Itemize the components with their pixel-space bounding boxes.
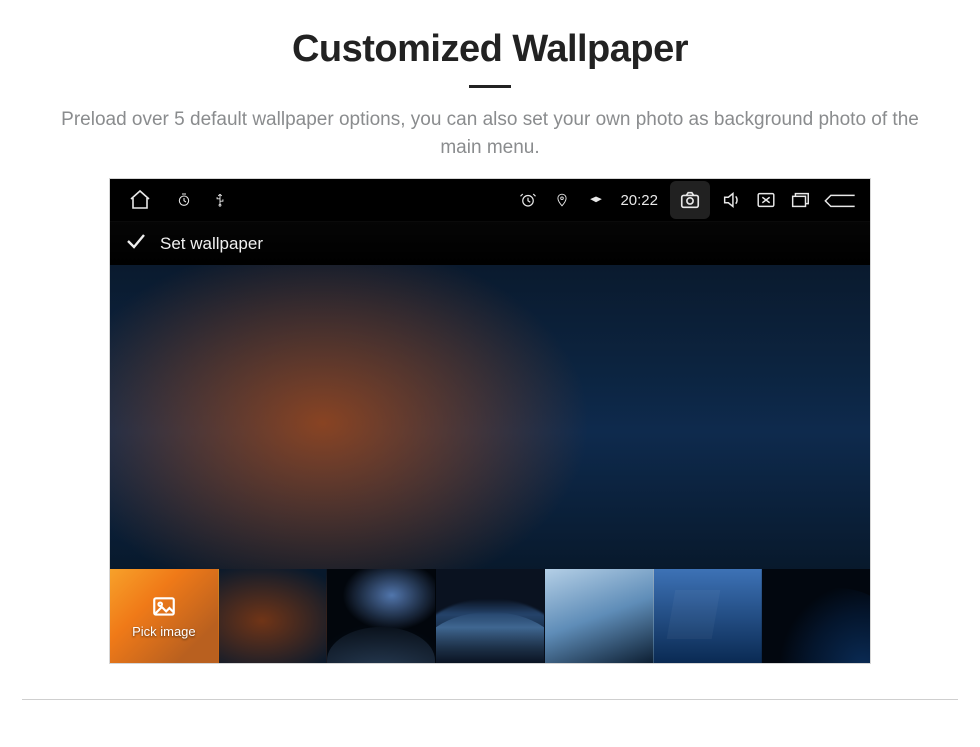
title-underline	[469, 85, 511, 88]
recents-icon[interactable]	[786, 186, 814, 214]
wallpaper-thumbnails: Pick image	[110, 569, 870, 663]
wallpaper-thumb-1[interactable]	[219, 569, 328, 663]
wallpaper-thumb-3[interactable]	[436, 569, 545, 663]
status-bar: 20:22	[110, 179, 870, 221]
back-icon[interactable]	[820, 186, 860, 214]
wifi-icon	[582, 186, 610, 214]
wallpaper-preview[interactable]	[110, 265, 870, 569]
page-subtitle: Preload over 5 default wallpaper options…	[60, 106, 920, 161]
location-icon	[548, 186, 576, 214]
wallpaper-thumb-6[interactable]	[762, 569, 870, 663]
device-screen: 20:22 Set wallpaper	[110, 179, 870, 663]
pick-image-button[interactable]: Pick image	[110, 569, 219, 663]
usb-icon	[206, 186, 234, 214]
status-time: 20:22	[616, 192, 662, 209]
screenshot-button[interactable]	[670, 181, 710, 219]
wallpaper-thumb-2[interactable]	[327, 569, 436, 663]
set-wallpaper-label: Set wallpaper	[160, 234, 263, 254]
wallpaper-thumb-5[interactable]	[654, 569, 763, 663]
set-wallpaper-button[interactable]: Set wallpaper	[110, 221, 870, 265]
home-icon[interactable]	[126, 186, 154, 214]
timer-icon	[170, 186, 198, 214]
section-divider	[22, 699, 958, 700]
pick-image-label: Pick image	[132, 624, 196, 639]
close-app-icon[interactable]	[752, 186, 780, 214]
wallpaper-thumb-4[interactable]	[545, 569, 654, 663]
check-icon	[124, 229, 148, 258]
alarm-icon	[514, 186, 542, 214]
page-title: Customized Wallpaper	[0, 28, 980, 71]
volume-icon[interactable]	[718, 186, 746, 214]
